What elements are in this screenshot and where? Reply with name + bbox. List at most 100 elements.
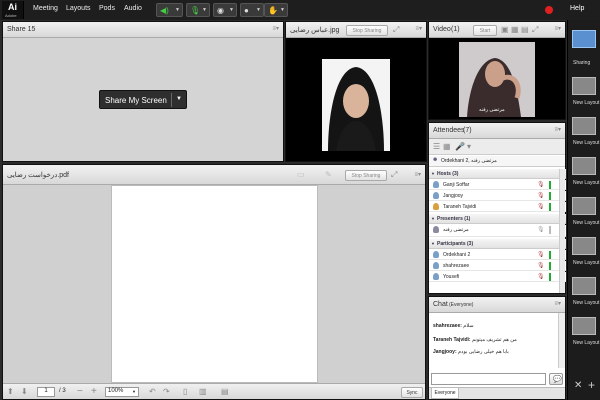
layout-label[interactable]: New Layout bbox=[573, 340, 599, 346]
attendee-options-icon[interactable]: ▾ bbox=[467, 142, 471, 151]
help-link[interactable]: Help bbox=[570, 5, 584, 12]
mic-icon: 🎙 bbox=[537, 227, 545, 233]
zoom-in-icon[interactable]: + bbox=[91, 386, 97, 397]
fullscreen-icon[interactable]: ⤢ bbox=[391, 170, 397, 180]
layout-label[interactable]: New Layout bbox=[573, 140, 599, 146]
page-number-input[interactable]: 1 bbox=[37, 387, 55, 397]
attendee-row[interactable]: مرتضی رفنه 🎙 bbox=[429, 225, 566, 237]
participant-icon bbox=[433, 251, 439, 258]
stop-sharing-button[interactable]: Stop Sharing bbox=[346, 25, 388, 36]
layout-thumbnail[interactable] bbox=[572, 237, 596, 255]
attendee-row[interactable]: Taraneh Tajvidi 🎙 bbox=[429, 202, 566, 212]
layout-thumbnail[interactable] bbox=[572, 317, 596, 335]
menu-pods[interactable]: Pods bbox=[99, 5, 115, 12]
grid-view-icon[interactable]: ▦ bbox=[511, 25, 519, 34]
pod-options-icon[interactable]: ≡▾ bbox=[554, 25, 561, 32]
zoom-out-icon[interactable]: − bbox=[77, 386, 83, 397]
share-my-screen-button[interactable]: Share My Screen ▼ bbox=[99, 90, 187, 109]
grid-view-icon[interactable]: ▦ bbox=[443, 142, 451, 151]
webcam-button[interactable]: ◉ ▼ bbox=[213, 3, 237, 17]
chat-message: shahrezaee: سلام bbox=[433, 323, 474, 329]
layout-label[interactable]: New Layout bbox=[573, 100, 599, 106]
share-my-screen-label: Share My Screen bbox=[105, 96, 167, 105]
video-pod-title: Video bbox=[433, 26, 451, 33]
layout-label[interactable]: Sharing bbox=[573, 60, 590, 66]
arrow-up-icon[interactable]: ⬆ bbox=[7, 387, 14, 396]
current-user-row[interactable]: ☻ Ordekhani 2, مرتضی رفنه bbox=[429, 156, 565, 167]
attendee-row[interactable]: Ganji Soffar 🎙 bbox=[429, 180, 566, 190]
tab-everyone[interactable]: Everyone bbox=[431, 388, 459, 399]
start-video-button[interactable]: Start bbox=[473, 25, 497, 36]
pointer-tool-icon[interactable]: ▭ bbox=[297, 170, 305, 179]
participants-group-header[interactable]: ▼ Participants (3) bbox=[429, 239, 566, 249]
add-layout-icon[interactable]: + bbox=[588, 378, 595, 392]
menu-audio[interactable]: Audio bbox=[124, 5, 142, 12]
layout-label[interactable]: New Layout bbox=[573, 260, 599, 266]
audio-level-bar bbox=[549, 203, 551, 211]
attendee-row[interactable]: Ordekhani 2 🎙 bbox=[429, 250, 566, 260]
attendees-scrollbar[interactable] bbox=[559, 169, 565, 293]
download-icon[interactable]: ▤ bbox=[221, 387, 229, 396]
layout-thumbnail[interactable] bbox=[572, 157, 596, 175]
pod-options-icon[interactable]: ≡▾ bbox=[414, 171, 421, 178]
fullscreen-icon[interactable]: ⤢ bbox=[393, 25, 399, 35]
filmstrip-icon[interactable]: ▤ bbox=[521, 25, 529, 34]
layout-label[interactable]: New Layout bbox=[573, 180, 599, 186]
pod-options-icon[interactable]: ≡▾ bbox=[415, 25, 422, 32]
layout-thumbnail[interactable] bbox=[572, 30, 596, 48]
presenters-group-header[interactable]: ▼ Presenters (1) bbox=[429, 214, 566, 224]
send-message-button[interactable]: 💬 bbox=[549, 373, 563, 385]
pod-options-icon[interactable]: ≡▾ bbox=[272, 25, 279, 32]
mic-status-icon[interactable]: 🎤 bbox=[455, 142, 465, 151]
attendee-row[interactable]: shahrezaee 🎙 bbox=[429, 261, 566, 271]
pod-options-icon[interactable]: ≡▾ bbox=[554, 300, 561, 307]
chat-sender: Jangjooy: bbox=[433, 349, 457, 355]
attendee-row[interactable]: Jangjooy 🎙 bbox=[429, 191, 566, 201]
arrow-down-icon[interactable]: ⬇ bbox=[21, 387, 28, 396]
pod-options-icon[interactable]: ≡▾ bbox=[554, 126, 561, 133]
rotate-right-icon[interactable]: ↷ bbox=[163, 387, 170, 396]
person-portrait-icon bbox=[328, 67, 384, 151]
pdf-pod-header: درخواست رضایی.pdf ▭ ✎ Stop Sharing ⤢ ≡▾ bbox=[3, 165, 425, 185]
delete-layout-icon[interactable]: ✕ bbox=[574, 380, 582, 391]
layout-thumbnail[interactable] bbox=[572, 77, 596, 95]
draw-tool-icon[interactable]: ✎ bbox=[325, 170, 332, 179]
stop-sharing-button[interactable]: Stop Sharing bbox=[345, 170, 387, 181]
layout-thumbnail[interactable] bbox=[572, 277, 596, 295]
recording-indicator[interactable] bbox=[545, 6, 553, 14]
chat-scrollbar[interactable] bbox=[558, 313, 565, 368]
mic-icon: 🎙 bbox=[537, 182, 545, 188]
speaker-button[interactable]: ◀) ▼ bbox=[156, 3, 183, 17]
list-view-icon[interactable]: ☰ bbox=[433, 142, 440, 151]
layout-thumbnail[interactable] bbox=[572, 197, 596, 215]
sync-button[interactable]: Sync bbox=[401, 387, 423, 398]
user-icon: ● bbox=[244, 6, 249, 15]
chevron-down-icon[interactable]: ▼ bbox=[176, 96, 182, 102]
chat-input[interactable] bbox=[431, 373, 546, 385]
layout-label[interactable]: New Layout bbox=[573, 220, 599, 226]
single-page-icon[interactable]: ▯ bbox=[183, 387, 187, 396]
microphone-button[interactable]: 🎙 ▼ bbox=[186, 3, 210, 17]
attendees-pod-header: Attendees (7) ≡▾ bbox=[429, 123, 565, 139]
status-button[interactable]: ● ▼ bbox=[240, 3, 264, 17]
rotate-left-icon[interactable]: ↶ bbox=[149, 387, 156, 396]
fit-width-icon[interactable]: ▥ bbox=[199, 387, 207, 396]
video-feed: مرتضی رفنه bbox=[459, 42, 535, 117]
menu-layouts[interactable]: Layouts bbox=[66, 5, 91, 12]
fullscreen-icon[interactable]: ⤢ bbox=[532, 25, 538, 35]
hosts-group-header[interactable]: ▼ Hosts (3) bbox=[429, 169, 566, 179]
menu-meeting[interactable]: Meeting bbox=[33, 5, 58, 12]
attendee-row[interactable]: Yousefi 🎙 bbox=[429, 272, 566, 282]
camera-settings-icon[interactable]: ▣ bbox=[501, 25, 509, 34]
attendees-toolbar: ☰ ▦ 🎤 ▾ bbox=[429, 139, 565, 155]
raise-hand-button[interactable]: ✋ ▼ bbox=[264, 3, 288, 17]
layout-label[interactable]: New Layout bbox=[573, 300, 599, 306]
zoom-value: 100% bbox=[108, 388, 124, 394]
chevron-down-icon: ▼ bbox=[280, 7, 285, 13]
layouts-panel: Sharing New Layout New Layout New Layout… bbox=[567, 20, 600, 400]
share-pod-title: Share 15 bbox=[7, 26, 36, 33]
attendees-pod-title: Attendees bbox=[433, 127, 465, 134]
layout-thumbnail[interactable] bbox=[572, 117, 596, 135]
audio-level-bar bbox=[549, 262, 551, 270]
zoom-select[interactable]: 100% ▼ bbox=[105, 387, 139, 397]
